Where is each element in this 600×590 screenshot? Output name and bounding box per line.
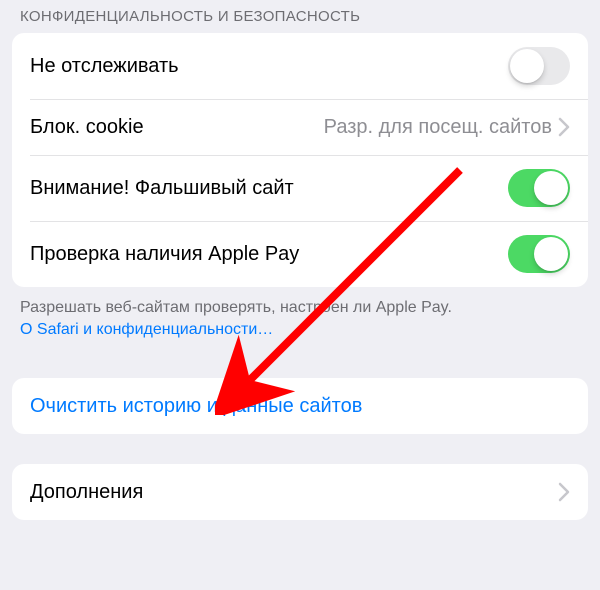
clear-history-button[interactable]: Очистить историю и данные сайтов: [12, 378, 588, 434]
section-header-privacy: КОНФИДЕНЦИАЛЬНОСТЬ И БЕЗОПАСНОСТЬ: [0, 0, 600, 33]
chevron-right-icon: [558, 482, 570, 502]
row-value: Разр. для посещ. сайтов: [324, 116, 552, 139]
row-label: Внимание! Фальшивый сайт: [30, 177, 508, 200]
toggle-apple-pay-check[interactable]: [508, 235, 570, 273]
row-label: Дополнения: [30, 481, 558, 504]
row-block-cookies[interactable]: Блок. cookie Разр. для посещ. сайтов: [12, 99, 588, 155]
row-label: Очистить историю и данные сайтов: [30, 395, 362, 418]
row-label: Не отслеживать: [30, 55, 508, 78]
row-apple-pay-check[interactable]: Проверка наличия Apple Pay: [12, 221, 588, 287]
toggle-fraud-warning[interactable]: [508, 169, 570, 207]
row-label: Блок. cookie: [30, 116, 324, 139]
toggle-do-not-track[interactable]: [508, 47, 570, 85]
row-do-not-track[interactable]: Не отслеживать: [12, 33, 588, 99]
section-footer: Разрешать веб-сайтам проверять, настроен…: [0, 287, 600, 348]
privacy-link[interactable]: О Safari и конфиденциальности…: [20, 321, 273, 338]
settings-group-privacy: Не отслеживать Блок. cookie Разр. для по…: [12, 33, 588, 287]
row-label: Проверка наличия Apple Pay: [30, 243, 508, 266]
chevron-right-icon: [558, 117, 570, 137]
settings-group-clear: Очистить историю и данные сайтов: [12, 378, 588, 434]
row-fraud-warning[interactable]: Внимание! Фальшивый сайт: [12, 155, 588, 221]
footer-text: Разрешать веб-сайтам проверять, настроен…: [20, 299, 452, 316]
row-addons[interactable]: Дополнения: [12, 464, 588, 520]
settings-group-addons: Дополнения: [12, 464, 588, 520]
